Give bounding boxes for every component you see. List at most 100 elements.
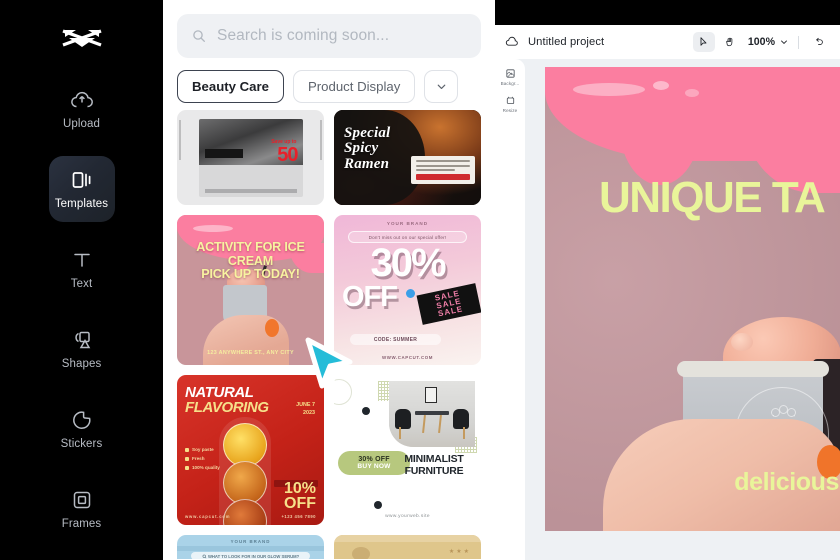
- drip-sheen: [653, 81, 669, 90]
- furniture-decor-dot: [362, 407, 370, 415]
- decor-bar-left: [179, 120, 181, 160]
- thirty-big: 30%: [334, 243, 481, 283]
- canvas-wrapper: UNIQUE TA g.l.t ice delicious: [545, 67, 840, 538]
- template-footer-bar: [204, 188, 297, 193]
- natural-footer-left: www.capcut.com: [185, 514, 231, 519]
- template-card-thirty-off[interactable]: YOUR BRAND Don't miss out on our special…: [334, 215, 481, 365]
- background-tool[interactable]: Backgr...: [496, 68, 524, 86]
- thirty-brand: YOUR BRAND: [386, 221, 429, 226]
- bullet-dot: [185, 465, 189, 470]
- thirty-code-label: CODE:: [373, 336, 392, 343]
- thirty-code: CODE: SUMMER: [350, 334, 441, 345]
- sidebar-item-stickers[interactable]: Stickers: [49, 396, 115, 462]
- natural-footer-right: +123 456 7890: [281, 514, 316, 519]
- furniture-title-l1: MINIMALIST: [404, 453, 464, 465]
- template-grid[interactable]: Save up to 50 Special Spicy Ramen ACTIVI…: [163, 110, 495, 560]
- furniture-chair: [395, 409, 411, 429]
- ramen-title-l2: Spicy: [344, 140, 379, 157]
- furniture-photo: [389, 381, 475, 447]
- background-icon: [505, 69, 515, 78]
- editor-toolbar-right: 100%: [692, 32, 830, 52]
- tan-top-bar: [334, 535, 481, 542]
- sidebar-item-shapes[interactable]: Shapes: [49, 316, 115, 382]
- search-icon: [193, 30, 205, 42]
- drip-sheen: [573, 83, 645, 96]
- shapes-icon: [74, 331, 90, 348]
- template-inner: Save up to 50: [198, 118, 303, 197]
- grey-percent: 50: [277, 143, 298, 166]
- template-row: NATURAL FLAVORING JUNE 7 2023 Soy paste …: [177, 375, 481, 525]
- natural-discount: 10% OFF: [284, 480, 316, 511]
- template-card-icecream[interactable]: ACTIVITY FOR ICE CREAM PICK UP TODAY! 12…: [177, 215, 324, 365]
- zoom-level[interactable]: 100%: [748, 36, 775, 48]
- chip-beauty-care[interactable]: Beauty Care: [177, 70, 284, 103]
- ramen-title-l1: Special: [344, 125, 391, 141]
- template-card-grey-sale[interactable]: Save up to 50: [177, 110, 324, 205]
- capcut-logo[interactable]: [54, 22, 110, 62]
- canvas-tagline[interactable]: delicious: [734, 468, 839, 497]
- tan-circle: [352, 547, 370, 559]
- text-t-icon: [73, 253, 90, 267]
- template-card-tan[interactable]: ★★★: [334, 535, 481, 559]
- search-input[interactable]: Search is coming soon...: [177, 14, 481, 58]
- decor-bar-right: [320, 120, 322, 160]
- design-canvas[interactable]: UNIQUE TA g.l.t ice delicious: [545, 67, 840, 531]
- select-tool-button[interactable]: [692, 32, 715, 52]
- furniture-chair: [453, 409, 469, 429]
- sidebar-item-label-text: Text: [70, 277, 93, 290]
- icecream-headline-l2: PICK UP TODAY!: [201, 267, 300, 282]
- natural-bullet-text: Soy paste: [192, 447, 214, 452]
- template-row: Save up to 50 Special Spicy Ramen: [177, 110, 481, 205]
- chip-product-display[interactable]: Product Display: [292, 70, 416, 103]
- template-card-blue-serum[interactable]: YOUR BRAND WHAT TO LOOK FOR IN OUR GLOW …: [177, 535, 324, 559]
- template-card-natural-flavoring[interactable]: NATURAL FLAVORING JUNE 7 2023 Soy paste …: [177, 375, 324, 525]
- ramen-line: [416, 160, 470, 163]
- furniture-offer-l1: 30% OFF: [358, 456, 390, 463]
- thirty-url: WWW.CAPCUT.COM: [381, 355, 434, 360]
- frame-icon: [73, 491, 90, 508]
- thirty-code-value: SUMMER: [393, 336, 418, 343]
- chevron-down-icon[interactable]: [779, 37, 789, 47]
- sidebar-item-text[interactable]: Text: [49, 236, 115, 302]
- sidebar-item-label-templates: Templates: [54, 197, 109, 210]
- sticker-icon: [72, 411, 91, 429]
- project-title[interactable]: Untitled project: [528, 36, 604, 48]
- chip-label-product-display: Product Display: [307, 79, 401, 94]
- natural-bullets: Soy paste Fresh 100% quality: [185, 447, 220, 474]
- template-card-minimalist-furniture[interactable]: 30% OFF BUY NOW MINIMALIST FURNITURE www…: [334, 375, 481, 525]
- blue-bar: [177, 546, 324, 551]
- left-sidebar: Upload Templates Text Shapes Stickers Fr…: [0, 0, 163, 560]
- furniture-decor-arc: [334, 379, 352, 405]
- thirty-percent: %: [410, 241, 447, 285]
- natural-bullet: Soy paste: [185, 447, 220, 452]
- sidebar-item-frames[interactable]: Frames: [49, 476, 115, 542]
- furniture-decor-dot: [374, 501, 382, 509]
- furniture-chair-leg: [463, 427, 465, 439]
- tan-stars: ★★★: [448, 549, 471, 555]
- drip-sheen: [685, 89, 699, 97]
- cloud-sync-icon[interactable]: [505, 35, 519, 49]
- icecream-headline-l1: ACTIVITY FOR ICE CREAM: [196, 240, 305, 268]
- chevron-down-icon: [437, 84, 446, 89]
- natural-bullet: 100% quality: [185, 465, 220, 470]
- expand-categories-button[interactable]: [424, 70, 459, 103]
- sidebar-item-label-shapes: Shapes: [61, 357, 102, 370]
- canvas-headline[interactable]: UNIQUE TA: [599, 175, 826, 219]
- blue-brand: YOUR BRAND: [230, 539, 271, 544]
- furniture-offer-l2: BUY NOW: [357, 463, 391, 470]
- bullet-dot: [185, 447, 189, 452]
- sidebar-item-upload[interactable]: Upload: [49, 76, 115, 142]
- sidebar-item-templates[interactable]: Templates: [48, 156, 115, 222]
- furniture-title-l2: FURNITURE: [404, 465, 464, 478]
- cursor-select-icon: [700, 37, 707, 46]
- icecream-headline: ACTIVITY FOR ICE CREAM PICK UP TODAY!: [185, 240, 316, 282]
- resize-tool[interactable]: Resize: [496, 95, 524, 113]
- ramen-sidebox: [411, 156, 475, 185]
- natural-date-l2: 2023: [303, 410, 315, 417]
- natural-date: JUNE 7 2023: [296, 401, 315, 417]
- undo-button[interactable]: [808, 32, 830, 52]
- cup-rim: [677, 361, 829, 377]
- template-card-ramen[interactable]: Special Spicy Ramen: [334, 110, 481, 205]
- hand-tool-button[interactable]: [719, 32, 741, 52]
- furniture-url: www.yourweb.site: [385, 514, 430, 519]
